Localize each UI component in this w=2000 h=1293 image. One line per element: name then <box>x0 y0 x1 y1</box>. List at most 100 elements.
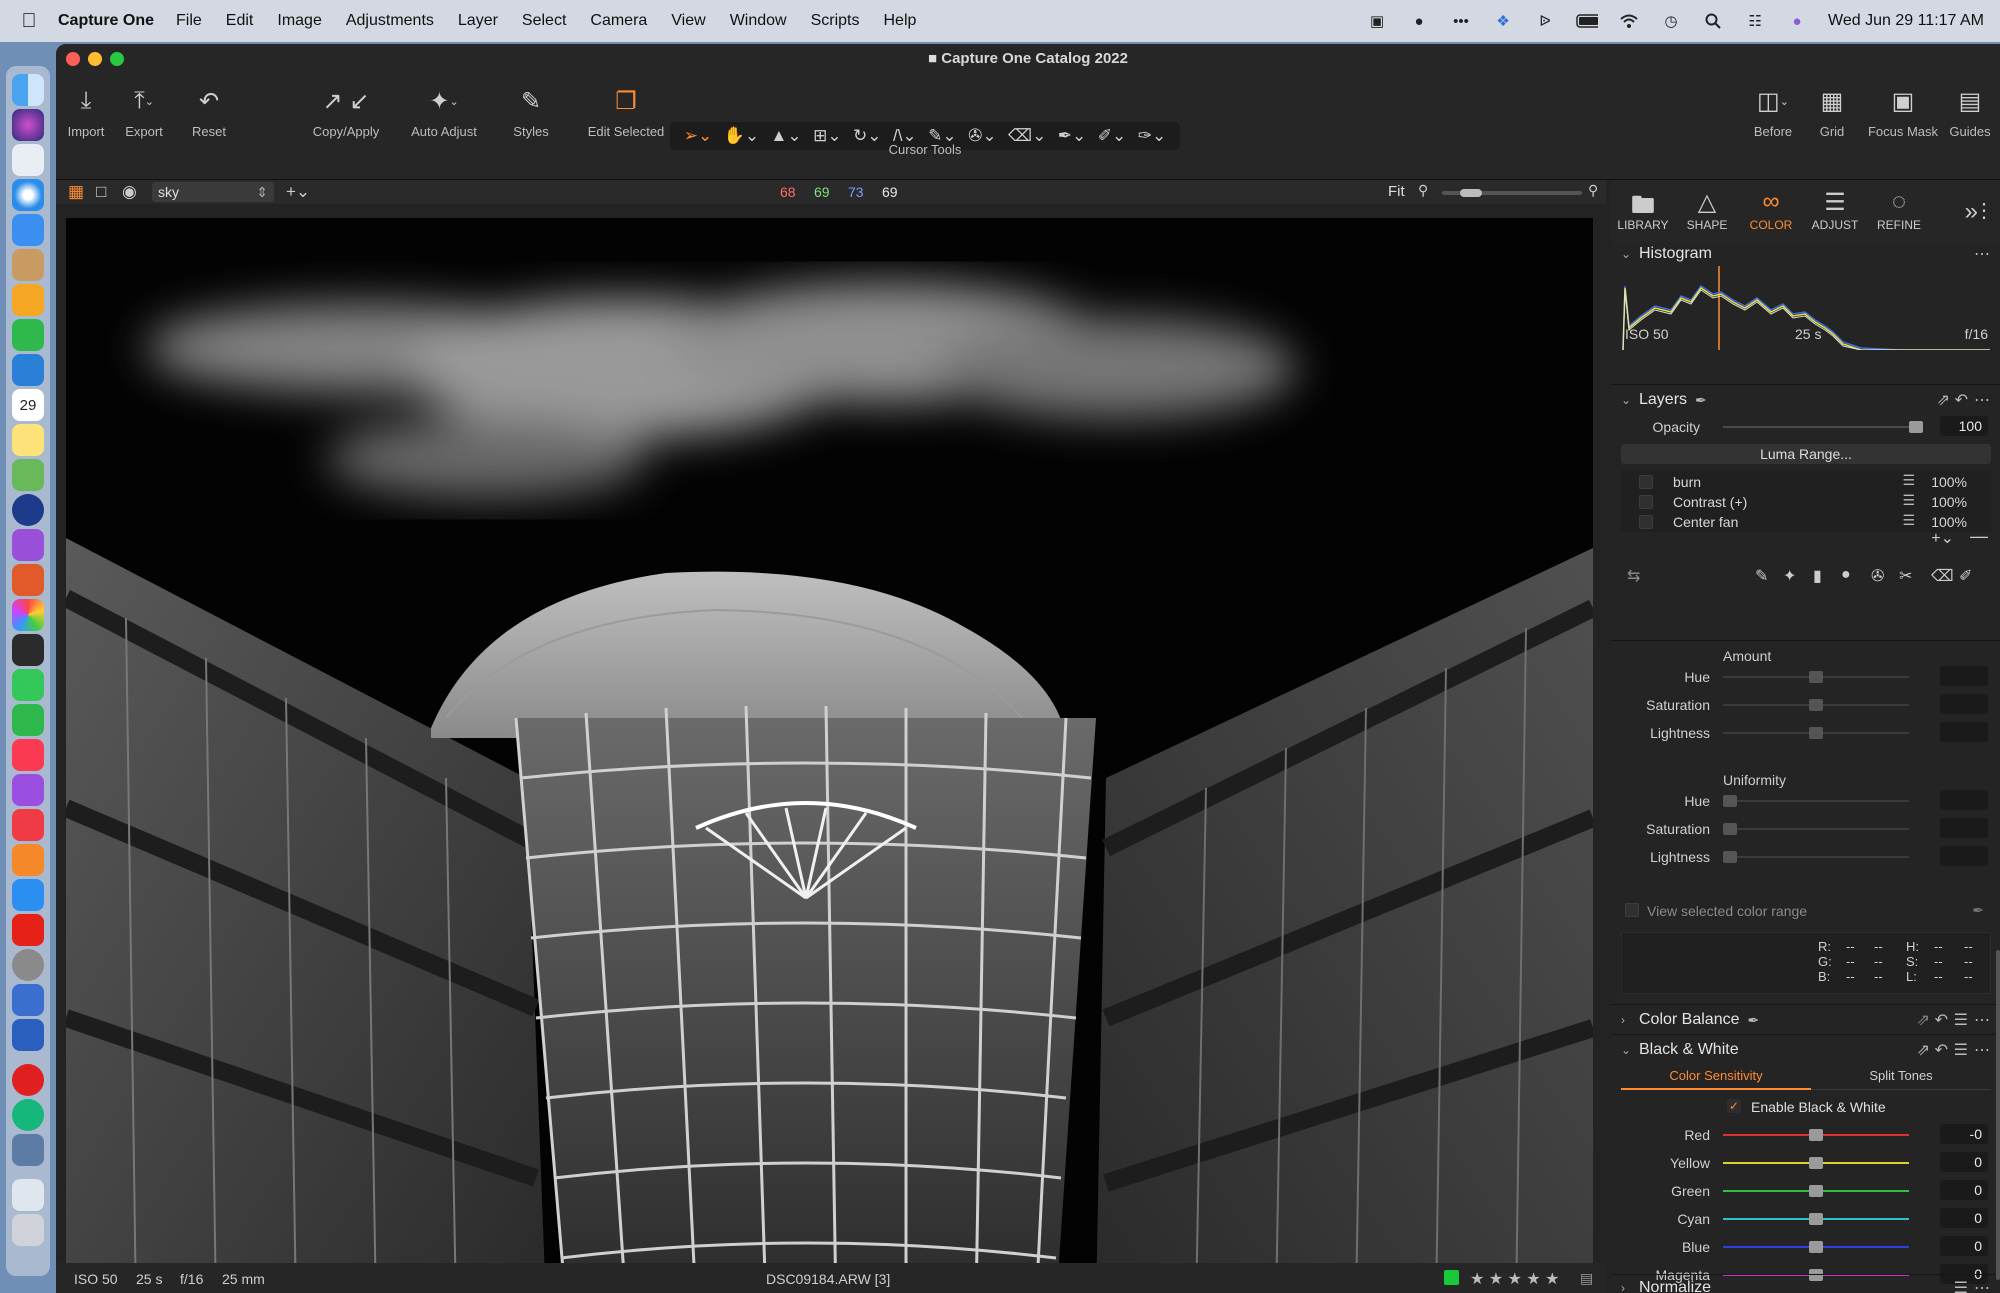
bw-red-slider-knob[interactable] <box>1809 1129 1823 1141</box>
uniformity-hue-value[interactable] <box>1940 790 1988 810</box>
dots-app-icon[interactable] <box>12 1064 44 1096</box>
view-color-range-checkbox[interactable] <box>1625 903 1639 917</box>
presets-icon[interactable]: ☰ <box>1954 1278 1968 1293</box>
dropbox-icon[interactable]: ❖ <box>1492 12 1514 30</box>
reset-settings-icon[interactable]: ↶ <box>1935 1040 1948 1060</box>
mail-icon[interactable] <box>12 214 44 246</box>
amount-saturation-value[interactable] <box>1940 694 1988 714</box>
uniformity-lightness-slider-knob[interactable] <box>1723 851 1737 863</box>
image-viewer[interactable] <box>66 218 1593 1293</box>
menu-file[interactable]: File <box>176 12 202 30</box>
reset-settings-icon[interactable]: ↶ <box>1955 390 1968 410</box>
opacity-slider[interactable] <box>1723 421 1923 433</box>
apple-icon[interactable]:  <box>0 10 58 33</box>
bw-cyan-value[interactable]: 0 <box>1940 1208 1988 1228</box>
info-icon[interactable]: ▤ <box>1580 1270 1593 1287</box>
bw-blue-value[interactable]: 0 <box>1940 1236 1988 1256</box>
bw-red-value[interactable]: -0 <box>1940 1124 1988 1144</box>
amount-saturation-slider-knob[interactable] <box>1809 699 1823 711</box>
layer-settings-icon[interactable]: ☰ <box>1902 472 1915 489</box>
opacity-slider-knob[interactable] <box>1909 421 1923 433</box>
clone-icon[interactable]: ✂ <box>1899 566 1912 586</box>
capture-one-icon[interactable] <box>12 634 44 666</box>
brush-mask-icon[interactable]: ✎ <box>1755 566 1768 586</box>
swap-icon[interactable]: ⇆ <box>1627 566 1640 586</box>
layer-settings-icon[interactable]: ☰ <box>1902 512 1915 529</box>
color-picker-icon[interactable]: ✒ <box>1972 902 1984 919</box>
bw-cyan-slider-knob[interactable] <box>1809 1213 1823 1225</box>
layer-checkbox[interactable] <box>1639 515 1653 529</box>
screenflow-icon[interactable] <box>12 1134 44 1166</box>
color-balance-header[interactable]: › Color Balance ✒ ⇗ ↶ ☰ ⋯ <box>1611 1008 2000 1032</box>
multi-view-icon[interactable]: ▦ <box>68 182 84 202</box>
color-tag[interactable] <box>1444 1270 1459 1285</box>
messages-icon[interactable] <box>12 669 44 701</box>
zoom-slider-knob[interactable] <box>1460 189 1482 197</box>
bw-yellow-value[interactable]: 0 <box>1940 1152 1988 1172</box>
system-preferences-icon[interactable] <box>12 949 44 981</box>
panel-scrollbar[interactable] <box>1996 950 2000 1280</box>
zoom-slider[interactable] <box>1442 189 1582 197</box>
eraser-icon[interactable]: ⌫ <box>1931 566 1954 586</box>
reset-button[interactable]: ↶ Reset <box>174 84 244 140</box>
enable-bw-checkbox[interactable]: ✓ <box>1727 1099 1741 1113</box>
menu-select[interactable]: Select <box>522 12 566 30</box>
siri-icon[interactable]: ● <box>1786 12 1808 30</box>
presets-icon[interactable]: ☰ <box>1954 1010 1968 1030</box>
magic-brush-icon[interactable]: ✦ <box>1783 566 1796 586</box>
photos-icon[interactable] <box>12 599 44 631</box>
before-button[interactable]: ◫ ⌄ Before <box>1738 84 1808 140</box>
guides-button[interactable]: ▤ Guides <box>1940 84 2000 140</box>
notes-icon[interactable] <box>12 424 44 456</box>
bw-green-slider-knob[interactable] <box>1809 1185 1823 1197</box>
youtube-icon[interactable] <box>12 914 44 946</box>
launchpad-icon[interactable] <box>12 144 44 176</box>
bw-blue-slider-knob[interactable] <box>1809 1241 1823 1253</box>
luma-range-button[interactable]: Luma Range... <box>1621 444 1991 464</box>
app-store-icon[interactable] <box>12 879 44 911</box>
more-icon[interactable]: ⋯ <box>1974 1040 1990 1060</box>
uniformity-hue-slider[interactable] <box>1723 795 1909 807</box>
control-center-icon[interactable]: ☷ <box>1744 12 1766 30</box>
bw-green-slider[interactable] <box>1723 1185 1909 1197</box>
copy-settings-icon[interactable]: ⇗ <box>1937 390 1950 410</box>
layer-item-burn[interactable]: burn ☰ 100% <box>1621 472 1991 492</box>
battery-icon[interactable] <box>1576 12 1599 30</box>
black-white-header[interactable]: ⌄ Black & White ⇗ ↶ ☰ ⋯ <box>1611 1038 2000 1062</box>
bw-yellow-slider[interactable] <box>1723 1157 1909 1169</box>
remove-layer-icon[interactable]: — <box>1970 526 1988 547</box>
menu-layer[interactable]: Layer <box>458 12 498 30</box>
menu-view[interactable]: View <box>671 12 705 30</box>
layer-checkbox[interactable] <box>1639 475 1653 489</box>
add-layer-icon[interactable]: +⌄ <box>1931 528 1954 548</box>
copy-apply-button[interactable]: ↗ ↙ Copy/Apply <box>296 84 396 140</box>
export-button[interactable]: ⤒ ⌄ Export <box>114 84 174 139</box>
affinity-photo-icon[interactable] <box>12 529 44 561</box>
star-rating[interactable]: ★ ★ ★ ★ ★ <box>1470 1269 1560 1289</box>
menu-help[interactable]: Help <box>884 12 917 30</box>
amount-saturation-slider[interactable] <box>1723 699 1909 711</box>
menu-image[interactable]: Image <box>277 12 321 30</box>
more-icon[interactable]: ⋯ <box>1974 390 1990 410</box>
single-view-icon[interactable]: □ <box>96 182 106 202</box>
documents-icon[interactable] <box>12 1179 44 1211</box>
amount-hue-slider-knob[interactable] <box>1809 671 1823 683</box>
bw-cyan-slider[interactable] <box>1723 1213 1909 1225</box>
layers-header[interactable]: ⌄ Layers ✒ ⇗ ↶ ⋯ <box>1611 388 2000 412</box>
menu-camera[interactable]: Camera <box>590 12 647 30</box>
bluetooth-icon[interactable]: ᐉ <box>1534 12 1556 30</box>
panel-menu-icon[interactable]: ⋮ <box>1974 198 1994 223</box>
normalize-header[interactable]: › Normalize ☰ ⋯ <box>1611 1276 2000 1293</box>
pages-icon[interactable] <box>12 284 44 316</box>
more-icon[interactable]: ⋯ <box>1974 244 1990 264</box>
safari-icon[interactable] <box>12 179 44 211</box>
contacts-icon[interactable] <box>12 249 44 281</box>
proof-view-icon[interactable]: ◉ <box>122 182 137 202</box>
auto-adjust-button[interactable]: ✦ ⌄ Auto Adjust <box>394 84 494 140</box>
tab-color-sensitivity[interactable]: Color Sensitivity <box>1621 1066 1811 1090</box>
menu-scripts[interactable]: Scripts <box>811 12 860 30</box>
draw-mask-icon[interactable]: ✐ <box>1959 566 1972 586</box>
affinity-publisher-icon[interactable] <box>12 564 44 596</box>
bw-yellow-slider-knob[interactable] <box>1809 1157 1823 1169</box>
edit-selected-button[interactable]: ❐ Edit Selected <box>566 84 686 140</box>
